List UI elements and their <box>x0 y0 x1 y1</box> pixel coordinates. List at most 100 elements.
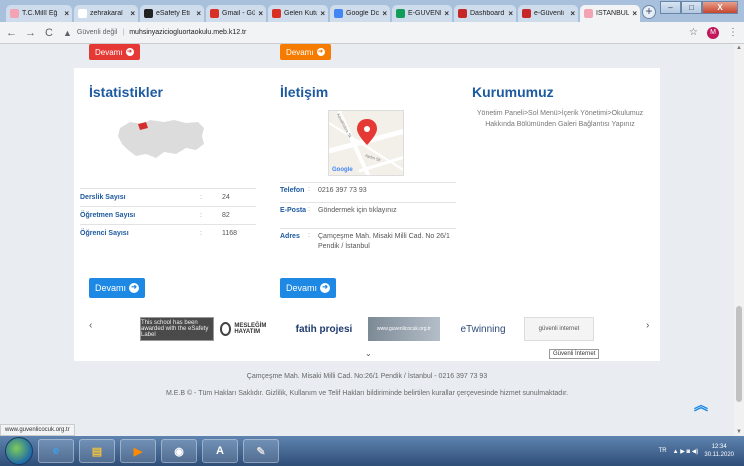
logo-text: MESLEĞİM HAYATIM <box>234 323 267 335</box>
tab-strip: T.C.Millî Eğ × zehrakaral × eSafety Eti × Gmai… <box>0 0 744 22</box>
tab-close-icon[interactable]: × <box>570 9 575 18</box>
browser-tab[interactable]: İSTANBUL × <box>580 5 640 22</box>
close-window-button[interactable]: X <box>702 1 738 14</box>
app-icon: A <box>216 445 224 457</box>
esafety-label-logo[interactable]: This school has been awarded with the eS… <box>140 317 214 341</box>
contact-value[interactable]: Göndermek için tıklayınız <box>318 206 456 216</box>
meslegim-hayatim-logo[interactable]: MESLEĞİM HAYATIM <box>220 317 278 341</box>
tab-close-icon[interactable]: × <box>382 9 387 18</box>
start-button[interactable] <box>5 437 33 465</box>
tab-close-icon[interactable]: × <box>64 9 69 18</box>
footer-address: Çamçeşme Mah. Misaki Milli Cad. No:26/1 … <box>246 373 488 380</box>
carousel-next-button[interactable]: › <box>646 320 649 331</box>
statistics-devami-button[interactable]: Devamı ➜ <box>89 278 146 298</box>
statistics-title: İstatistikler <box>89 84 163 100</box>
reload-button[interactable]: C <box>44 27 54 39</box>
profile-avatar[interactable]: M <box>707 26 719 39</box>
contact-devami-button[interactable]: Devamı ➜ <box>280 278 337 298</box>
tab-close-icon[interactable]: × <box>258 9 263 18</box>
app-icon: ◉ <box>174 445 184 458</box>
bookmark-star-icon[interactable]: ☆ <box>689 27 698 38</box>
tab-label: eSafety Eti <box>156 10 190 17</box>
tab-close-icon[interactable]: × <box>632 9 637 18</box>
not-secure-warning-icon[interactable]: ▲ <box>63 28 72 38</box>
tab-label: Google Dc <box>346 10 380 17</box>
maximize-button[interactable]: □ <box>681 1 702 14</box>
about-title: Kurumumuz <box>472 84 554 100</box>
contact-title: İletişim <box>280 84 329 100</box>
app-icon: ▤ <box>91 445 103 458</box>
scroll-thumb[interactable] <box>736 306 742 402</box>
browser-tab[interactable]: Dashboard × <box>454 5 516 22</box>
browser-menu-icon[interactable]: ⋮ <box>728 27 738 38</box>
tab-favicon-icon <box>522 9 531 18</box>
carousel-prev-button[interactable]: ‹ <box>89 320 92 331</box>
etwinning-logo[interactable]: eTwinning <box>448 317 518 341</box>
devami-label: Devamı <box>95 47 123 57</box>
taskbar-app-button[interactable]: ✎ <box>243 439 279 463</box>
tab-close-icon[interactable]: × <box>196 9 201 18</box>
devami-label: Devamı <box>95 283 127 293</box>
taskbar-app-button[interactable]: e <box>38 439 74 463</box>
tab-close-icon[interactable]: × <box>508 9 513 18</box>
location-map[interactable]: Kavaklıdere Sk Aydın Sk Google <box>328 110 404 176</box>
tab-favicon-icon <box>584 9 593 18</box>
browser-tab[interactable]: eSafety Eti × <box>140 5 204 22</box>
back-button[interactable]: ← <box>6 27 17 39</box>
tab-favicon-icon <box>78 9 87 18</box>
banner-logo[interactable]: www.guvenlicocuk.org.tr <box>368 317 440 341</box>
browser-tab[interactable]: E-GÜVENL × <box>392 5 452 22</box>
app-icon: ✎ <box>256 445 266 458</box>
arrow-right-icon: ➜ <box>320 283 331 293</box>
language-indicator[interactable]: TR <box>659 448 667 454</box>
tab-close-icon[interactable]: × <box>444 9 449 18</box>
taskbar-app-button[interactable]: ◉ <box>161 439 197 463</box>
taskbar-app-button[interactable]: ▶ <box>120 439 156 463</box>
security-label[interactable]: Güvenli değil <box>77 29 117 36</box>
tab-close-icon[interactable]: × <box>320 9 325 18</box>
chevron-down-icon[interactable]: ⌄ <box>365 349 372 358</box>
statistic-row: Öğretmen Sayısı: 82 <box>80 206 256 224</box>
scroll-up-icon[interactable]: ▲ <box>736 45 742 51</box>
statistic-label: Öğretmen Sayısı <box>80 212 136 219</box>
clock-time: 12:34 <box>711 444 727 450</box>
page-viewport: Devamı ➜ Devamı ➜ İstatistikler Derslik … <box>0 44 734 436</box>
statistic-label: Derslik Sayısı <box>80 194 126 201</box>
contact-row[interactable]: E-Posta: Göndermek için tıklayınız <box>280 202 456 216</box>
address-bar[interactable]: ▲ Güvenli değil | muhsinyaziciogluortaok… <box>63 25 680 41</box>
clock-date: 30.11.2020 <box>704 452 734 458</box>
tab-close-icon[interactable]: × <box>130 9 135 18</box>
browser-tab[interactable]: Gelen Kutu × <box>268 5 328 22</box>
devami-button-top-middle[interactable]: Devamı ➜ <box>280 44 331 60</box>
forward-button[interactable]: → <box>25 27 36 39</box>
page-scrollbar[interactable]: ▲ ▼ <box>734 44 744 436</box>
browser-tab[interactable]: T.C.Millî Eğ × <box>6 5 72 22</box>
browser-tab[interactable]: Gmail - Gü × <box>206 5 266 22</box>
browser-tab[interactable]: Google Dc × <box>330 5 390 22</box>
browser-tab[interactable]: e-Güvenli × <box>518 5 578 22</box>
url-text[interactable]: muhsinyaziciogluortaokulu.meb.k12.tr <box>129 29 246 36</box>
devami-button-top-left[interactable]: Devamı ➜ <box>89 44 140 60</box>
tab-favicon-icon <box>10 9 19 18</box>
footer-copyright: M.E.B © - Tüm Hakları Saklıdır. Gizlilik… <box>165 390 569 397</box>
tab-favicon-icon <box>144 9 153 18</box>
browser-tab[interactable]: zehrakaral × <box>74 5 138 22</box>
contact-value: Çamçeşme Mah. Misaki Milli Cad. No 26/1 … <box>318 233 450 250</box>
app-icon: e <box>52 445 60 457</box>
taskbar-app-button[interactable]: A <box>202 439 238 463</box>
devami-label: Devamı <box>286 283 318 293</box>
page-footer: Çamçeşme Mah. Misaki Milli Cad. No:26/1 … <box>0 361 734 436</box>
guvenli-internet-logo[interactable]: güvenli internet <box>524 317 594 341</box>
tab-favicon-icon <box>272 9 281 18</box>
tray-icons[interactable]: ▲ ▶ ◙ ◀) <box>673 448 699 455</box>
app-icon: ▶ <box>133 445 143 458</box>
minimize-button[interactable]: – <box>660 1 681 14</box>
new-tab-button[interactable]: + <box>642 5 656 19</box>
scroll-down-icon[interactable]: ▼ <box>736 429 742 435</box>
tab-label: Dashboard <box>470 10 505 17</box>
fatih-projesi-logo[interactable]: fatih projesi <box>290 317 358 341</box>
scroll-to-top-icon[interactable]: ︽ <box>694 398 708 412</box>
taskbar-app-button[interactable]: ▤ <box>79 439 115 463</box>
logo-text: fatih projesi <box>295 323 353 335</box>
clock[interactable]: 12:34 30.11.2020 <box>704 443 734 459</box>
